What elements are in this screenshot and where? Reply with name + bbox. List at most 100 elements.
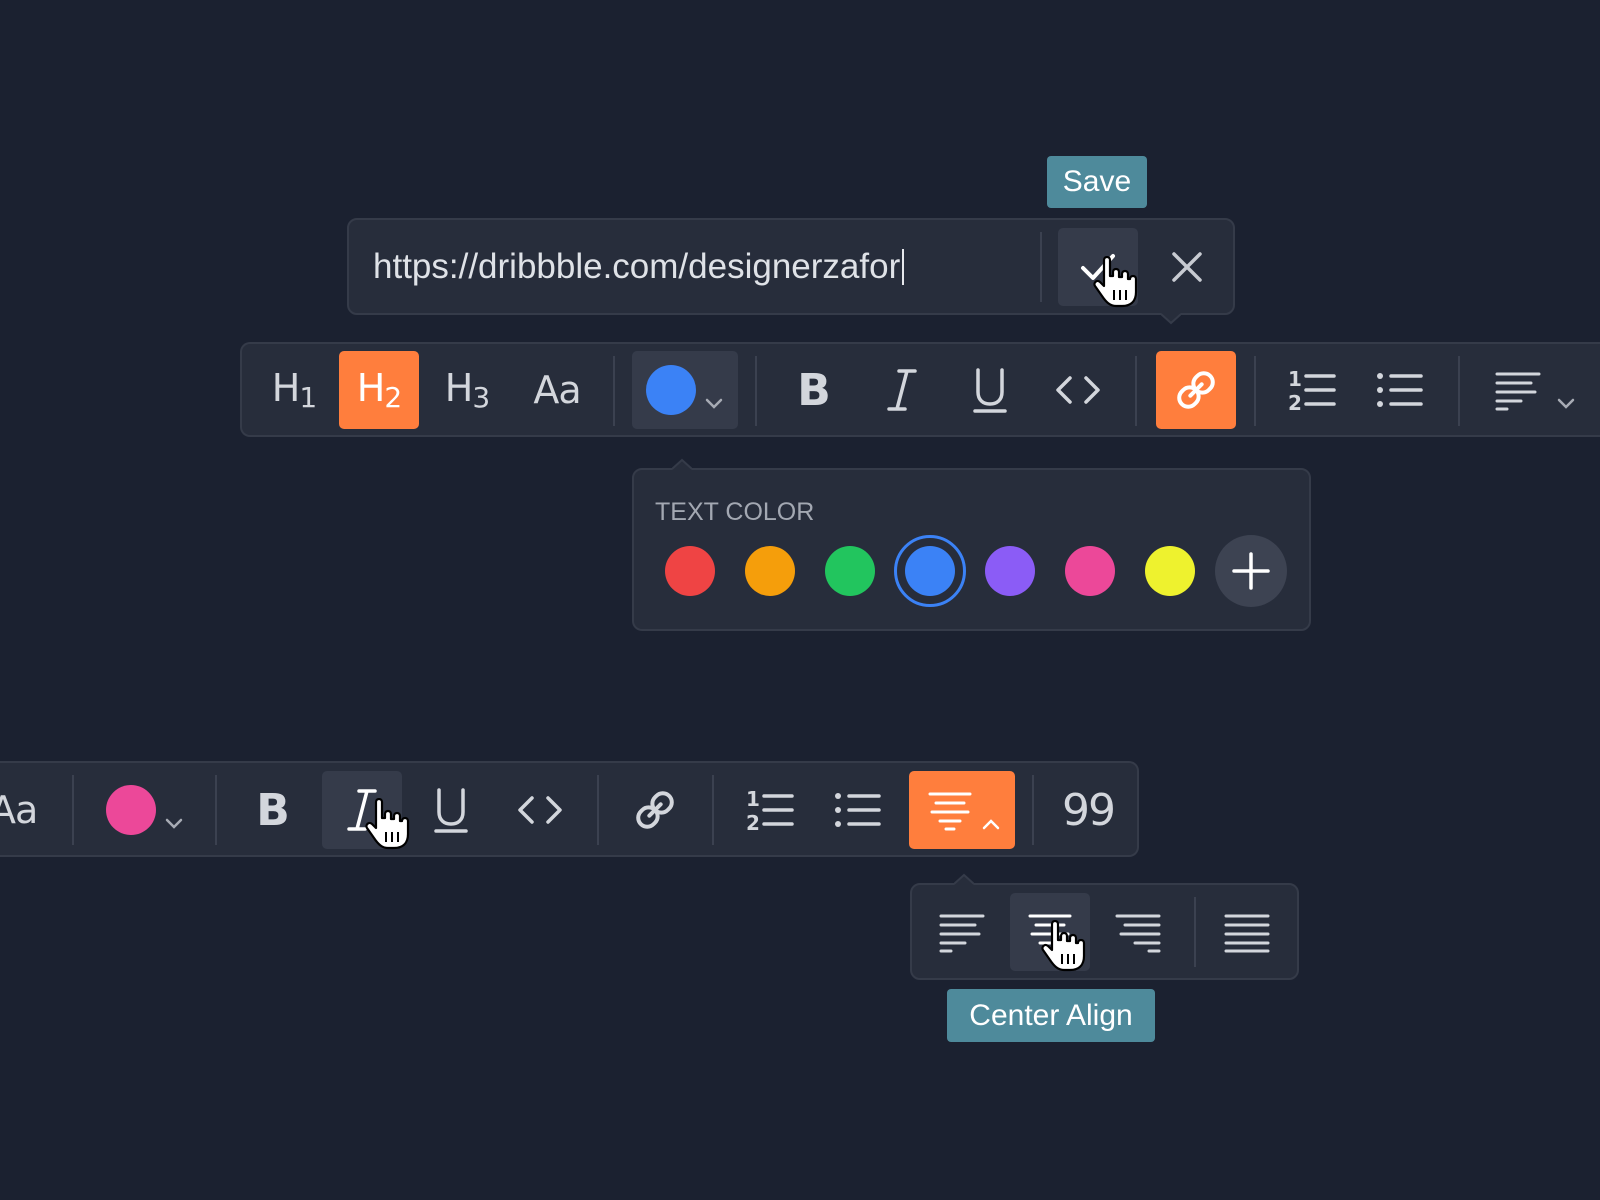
heading-2-label: H2 (356, 366, 402, 414)
hand-cursor-icon (1093, 256, 1138, 308)
underline-icon (434, 788, 468, 833)
bold-button[interactable]: B (233, 771, 313, 849)
center-align-tooltip: Center Align (947, 989, 1155, 1042)
align-center-icon (928, 792, 972, 831)
align-left-option[interactable] (922, 893, 1002, 971)
color-swatch-pink[interactable] (1065, 546, 1115, 596)
blockquote-button[interactable]: 99 (1048, 771, 1128, 849)
color-swatch-orange[interactable] (745, 546, 795, 596)
svg-text:1: 1 (746, 787, 760, 811)
text-color-swatch (106, 785, 156, 835)
chevron-down-icon (1557, 398, 1575, 409)
ordered-list-icon: 1 2 (746, 787, 794, 834)
align-right-option[interactable] (1098, 893, 1178, 971)
link-button[interactable] (1156, 351, 1236, 429)
hand-cursor-icon (1041, 920, 1086, 972)
link-icon (1177, 371, 1215, 409)
text-cursor (902, 249, 905, 285)
color-swatch-purple[interactable] (985, 546, 1035, 596)
bullet-list-button[interactable] (1360, 351, 1440, 429)
bold-icon: B (256, 784, 290, 836)
close-icon (1172, 252, 1202, 282)
svg-text:2: 2 (1288, 391, 1302, 414)
chevron-down-icon (165, 818, 183, 829)
bullet-list-icon (1377, 373, 1423, 407)
italic-button[interactable] (862, 351, 942, 429)
heading-3-button[interactable]: H3 (427, 351, 507, 429)
link-icon (636, 791, 674, 829)
divider (597, 775, 599, 845)
paragraph-button[interactable]: Aa (517, 351, 597, 429)
color-picker-title: TEXT COLOR (655, 498, 815, 526)
heading-3-label: H3 (444, 366, 490, 414)
heading-2-button[interactable]: H2 (339, 351, 419, 429)
divider (1458, 356, 1460, 426)
code-button[interactable] (500, 771, 580, 849)
popover-pointer (954, 873, 974, 885)
svg-text:1: 1 (1288, 367, 1302, 391)
ordered-list-icon: 1 2 (1288, 367, 1336, 414)
bullet-list-button[interactable] (818, 771, 898, 849)
underline-button[interactable] (411, 771, 491, 849)
bold-icon: B (797, 364, 831, 416)
quote-icon: 99 (1062, 784, 1116, 836)
chevron-up-icon (982, 819, 1000, 830)
top-toolbar: H1 H2 H3 Aa B 1 2 (240, 342, 1600, 437)
url-input[interactable]: https://dribbble.com/designerzafor (373, 240, 1033, 294)
ordered-list-button[interactable]: 1 2 (1272, 351, 1352, 429)
bullet-list-icon (835, 793, 881, 827)
center-align-tooltip-label: Center Align (969, 998, 1133, 1032)
divider (712, 775, 714, 845)
code-icon (1056, 376, 1100, 404)
save-tooltip: Save (1047, 156, 1147, 208)
color-picker-popover: TEXT COLOR (632, 458, 1311, 631)
popover-pointer (672, 458, 692, 470)
paragraph-label: Aa (0, 788, 38, 832)
heading-1-label: H1 (271, 366, 317, 414)
plus-icon (1232, 552, 1270, 590)
save-tooltip-label: Save (1062, 165, 1132, 198)
align-justify-icon (1224, 914, 1270, 953)
divider (1040, 232, 1042, 302)
color-swatch-yellow[interactable] (1145, 546, 1195, 596)
ordered-list-button[interactable]: 1 2 (730, 771, 810, 849)
color-swatch-green[interactable] (825, 546, 875, 596)
align-right-icon (1115, 914, 1161, 953)
align-menu-popover (910, 873, 1299, 980)
code-icon (518, 796, 562, 824)
link-editor-pointer (1161, 313, 1181, 325)
heading-1-button[interactable]: H1 (254, 351, 334, 429)
divider (1135, 356, 1137, 426)
code-button[interactable] (1038, 351, 1118, 429)
text-color-swatch (646, 365, 696, 415)
align-left-icon (939, 914, 985, 953)
align-dropdown-button[interactable] (909, 771, 1015, 849)
divider (72, 775, 74, 845)
bold-button[interactable]: B (774, 351, 854, 429)
svg-text:2: 2 (746, 811, 760, 834)
align-justify-option[interactable] (1207, 893, 1287, 971)
url-input-value: https://dribbble.com/designerzafor (373, 247, 901, 286)
chevron-down-icon (705, 398, 723, 409)
text-color-button[interactable] (632, 351, 738, 429)
divider (755, 356, 757, 426)
paragraph-label: Aa (533, 368, 581, 412)
italic-icon (887, 369, 917, 411)
underline-button[interactable] (950, 351, 1030, 429)
color-swatch-blue[interactable] (905, 546, 955, 596)
link-button[interactable] (615, 771, 695, 849)
align-left-icon (1495, 372, 1541, 411)
bottom-toolbar: Aa B 1 2 99 (0, 761, 1139, 857)
divider (1194, 897, 1196, 967)
cancel-button[interactable] (1149, 228, 1225, 306)
paragraph-button[interactable]: Aa (0, 771, 40, 849)
align-dropdown-button[interactable] (1476, 351, 1582, 429)
divider (613, 356, 615, 426)
divider (1032, 775, 1034, 845)
underline-icon (973, 368, 1007, 413)
color-swatch-red[interactable] (665, 546, 715, 596)
text-color-button[interactable] (90, 771, 196, 849)
divider (1254, 356, 1256, 426)
hand-cursor-icon (365, 798, 410, 850)
add-color-button[interactable] (1215, 535, 1287, 607)
